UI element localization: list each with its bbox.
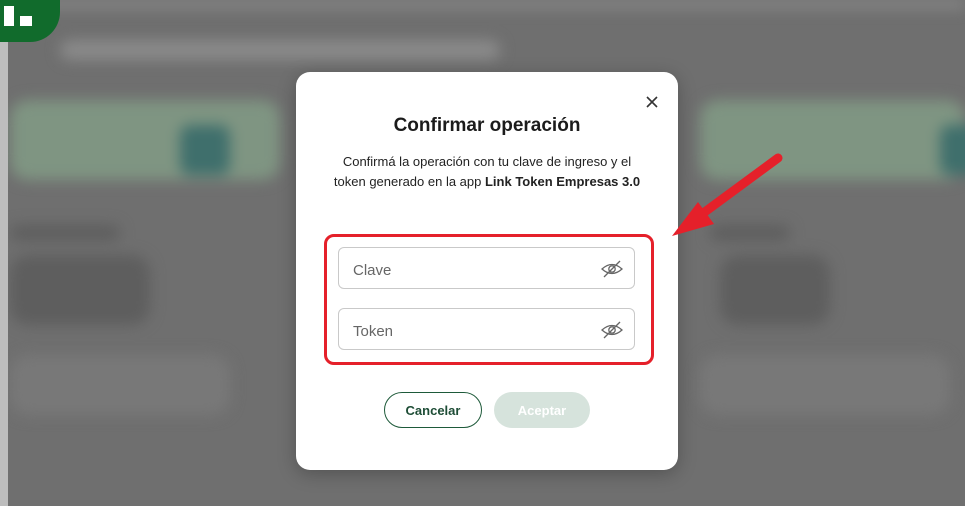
highlight-box [324,234,654,365]
red-arrow-icon [672,153,783,236]
bg-icon-right [940,125,965,175]
dialog-title: Confirmar operación [393,115,581,136]
bg-panel-right [700,355,950,415]
cancel-button[interactable]: Cancelar [384,392,482,428]
bg-topbar [0,0,965,8]
screen: Confirmar operación Confirmá la operació… [0,0,965,506]
bg-label-left [10,225,120,241]
bg-shape-left [10,255,150,325]
app-name: Link Token Empresas 3.0 [484,174,641,189]
bg-icon-left [180,125,230,175]
bg-panel-left [10,355,230,415]
close-button[interactable] [644,94,660,110]
dialog-description: Confirmá la operación con tu clave de in… [326,152,648,192]
close-icon [646,96,658,108]
bg-breadcrumb [60,40,500,60]
bg-card-left [10,100,280,180]
left-border [0,0,8,506]
accept-button[interactable]: Aceptar [494,392,590,428]
bg-shape-right [720,255,830,325]
